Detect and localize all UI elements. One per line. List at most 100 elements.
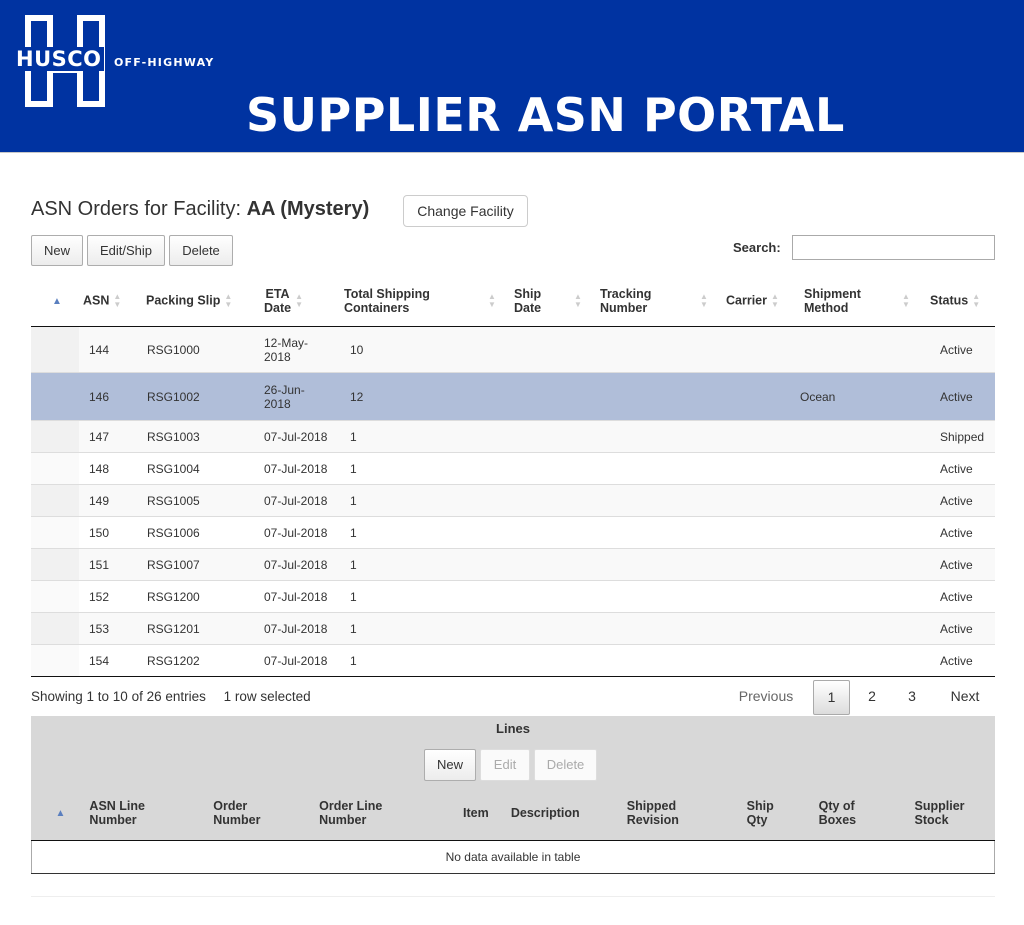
- row-select-cell: [31, 484, 79, 517]
- row-select-cell: [31, 580, 79, 613]
- column-tracking-number[interactable]: Tracking Number▲ ▼: [596, 276, 722, 327]
- table-row[interactable]: 146 RSG1002 26-Jun- 2018 12 Ocean Active: [31, 372, 995, 421]
- pagination-page-2[interactable]: 2: [857, 680, 887, 715]
- table-row[interactable]: 150 RSG1006 07-Jul-2018 1 Active: [31, 516, 995, 549]
- cell-carrier: [722, 644, 800, 677]
- cell-containers: 1: [340, 612, 510, 645]
- column-eta-date[interactable]: ETA Date▲ ▼: [260, 276, 340, 327]
- row-select-cell: [31, 548, 79, 581]
- table-row[interactable]: 144 RSG1000 12-May- 2018 10 Active: [31, 326, 995, 373]
- cell-tracking-number: [596, 484, 722, 517]
- cell-carrier: [722, 516, 800, 549]
- cell-packing-slip: RSG1003: [142, 420, 260, 453]
- cell-shipment-method: [800, 484, 926, 517]
- column-shipped-revision[interactable]: Shipped Revision: [612, 786, 731, 841]
- header-banner: HUSCO OFF-HIGHWAY SUPPLIER ASN PORTAL: [0, 0, 1024, 153]
- pagination-page-1[interactable]: 1: [813, 680, 850, 715]
- pagination-next[interactable]: Next: [940, 680, 990, 715]
- column-status[interactable]: Status ▲ ▼: [926, 276, 995, 327]
- column-supplier-stock[interactable]: Supplier Stock: [898, 786, 995, 841]
- edit-line-button[interactable]: Edit: [480, 749, 530, 781]
- table-row[interactable]: 153 RSG1201 07-Jul-2018 1 Active: [31, 612, 995, 645]
- new-asn-button[interactable]: New: [31, 235, 83, 266]
- column-shipment-method[interactable]: Shipment Method▲ ▼: [800, 276, 926, 327]
- table-row[interactable]: 147 RSG1003 07-Jul-2018 1 Shipped: [31, 420, 995, 453]
- cell-containers: 1: [340, 580, 510, 613]
- cell-containers: 1: [340, 452, 510, 485]
- cell-packing-slip: RSG1000: [142, 326, 260, 373]
- row-select-cell: [31, 644, 79, 677]
- cell-asn: 150: [79, 516, 142, 549]
- cell-eta-date: 07-Jul-2018: [260, 548, 340, 581]
- cell-ship-date: [510, 644, 596, 677]
- table-row[interactable]: 148 RSG1004 07-Jul-2018 1 Active: [31, 452, 995, 485]
- cell-packing-slip: RSG1006: [142, 516, 260, 549]
- row-select-cell: [31, 516, 79, 549]
- cell-ship-date: [510, 420, 596, 453]
- cell-status: Active: [926, 644, 995, 677]
- empty-row: No data available in table: [31, 840, 995, 874]
- new-line-button[interactable]: New: [424, 749, 476, 781]
- portal-title: SUPPLIER ASN PORTAL: [246, 88, 845, 142]
- cell-tracking-number: [596, 452, 722, 485]
- search-input[interactable]: [792, 235, 995, 260]
- table-row[interactable]: 152 RSG1200 07-Jul-2018 1 Active: [31, 580, 995, 613]
- cell-shipment-method: [800, 516, 926, 549]
- column-carrier[interactable]: Carrier ▲ ▼: [722, 276, 800, 327]
- table-row[interactable]: 149 RSG1005 07-Jul-2018 1 Active: [31, 484, 995, 517]
- cell-asn: 147: [79, 420, 142, 453]
- cell-shipment-method: Ocean: [800, 372, 926, 421]
- cell-carrier: [722, 548, 800, 581]
- table-row[interactable]: 154 RSG1202 07-Jul-2018 1 Active: [31, 644, 995, 677]
- pagination-previous[interactable]: Previous: [724, 680, 808, 715]
- column-description[interactable]: Description: [506, 786, 613, 841]
- cell-shipment-method: [800, 644, 926, 677]
- row-select-cell: [31, 452, 79, 485]
- edit-ship-button[interactable]: Edit/Ship: [87, 235, 165, 266]
- cell-status: Active: [926, 516, 995, 549]
- cell-ship-date: [510, 548, 596, 581]
- pagination-page-3[interactable]: 3: [897, 680, 927, 715]
- cell-tracking-number: [596, 516, 722, 549]
- sort-icon: ▲ ▼: [902, 292, 910, 309]
- table-row[interactable]: 151 RSG1007 07-Jul-2018 1 Active: [31, 548, 995, 581]
- column-packing-slip[interactable]: Packing Slip ▲ ▼: [142, 276, 260, 327]
- column-order-number[interactable]: Order Number: [209, 786, 316, 841]
- change-facility-button[interactable]: Change Facility: [403, 195, 528, 227]
- cell-shipment-method: [800, 580, 926, 613]
- select-column-header[interactable]: ▲: [31, 276, 79, 327]
- column-item[interactable]: Item: [444, 786, 507, 841]
- search-label: Search:: [733, 240, 781, 255]
- row-select-cell: [31, 612, 79, 645]
- sort-icon: ▲ ▼: [574, 292, 582, 309]
- lines-select-column-header[interactable]: ▲: [31, 786, 86, 841]
- column-asn-line-number[interactable]: ASN Line Number: [85, 786, 210, 841]
- logo-text: HUSCO: [14, 47, 104, 71]
- cell-packing-slip: RSG1005: [142, 484, 260, 517]
- cell-carrier: [722, 420, 800, 453]
- column-total-shipping-containers[interactable]: Total Shipping Containers▲ ▼: [340, 276, 510, 327]
- cell-tracking-number: [596, 580, 722, 613]
- cell-status: Active: [926, 548, 995, 581]
- cell-status: Active: [926, 612, 995, 645]
- lines-table: ▲ ASN Line Number Order Number Order Line N…: [31, 786, 995, 874]
- empty-message: No data available in table: [31, 840, 995, 874]
- logo-subtitle: OFF-HIGHWAY: [114, 56, 215, 69]
- cell-ship-date: [510, 484, 596, 517]
- delete-asn-button[interactable]: Delete: [169, 235, 233, 266]
- column-order-line-number[interactable]: Order Line Number: [315, 786, 445, 841]
- delete-line-button[interactable]: Delete: [534, 749, 597, 781]
- column-ship-date[interactable]: Ship Date▲ ▼: [510, 276, 596, 327]
- column-ship-qty[interactable]: Ship Qty: [730, 786, 803, 841]
- cell-eta-date: 07-Jul-2018: [260, 644, 340, 677]
- cell-status: Active: [926, 452, 995, 485]
- cell-packing-slip: RSG1007: [142, 548, 260, 581]
- cell-eta-date: 07-Jul-2018: [260, 452, 340, 485]
- column-asn[interactable]: ASN ▲ ▼: [79, 276, 142, 327]
- cell-status: Shipped: [926, 420, 995, 453]
- column-qty-of-boxes[interactable]: Qty of Boxes: [802, 786, 899, 841]
- facility-prefix: ASN Orders for Facility:: [31, 198, 242, 220]
- sort-icon: ▲ ▼: [488, 292, 496, 309]
- cell-carrier: [722, 580, 800, 613]
- selection-info: 1 row selected: [223, 689, 311, 704]
